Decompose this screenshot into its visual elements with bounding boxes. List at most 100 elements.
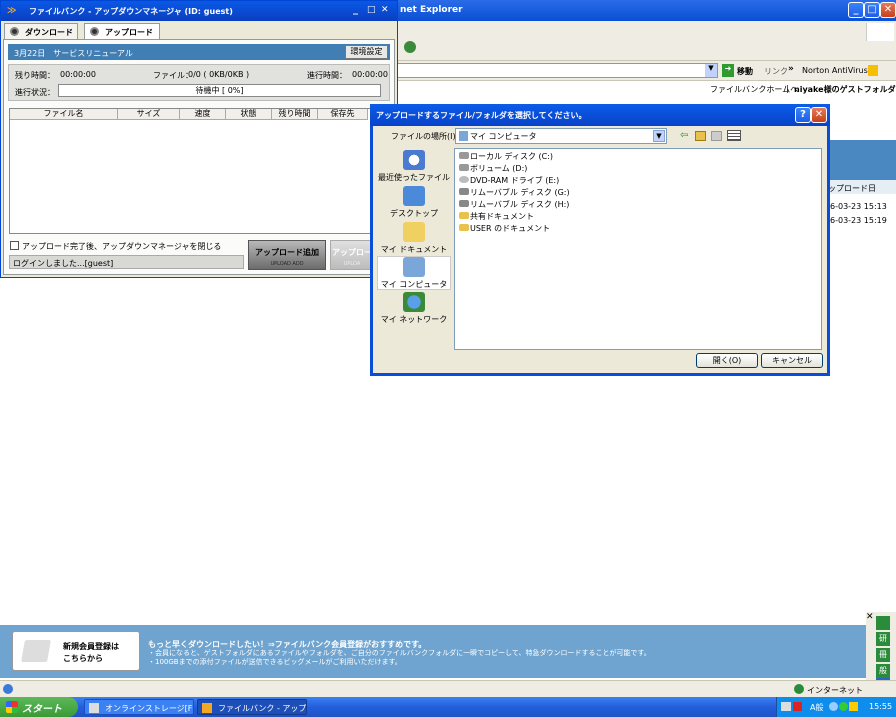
taskbar-item-filebank[interactable]: ファイルバンク - アップダ... [197, 699, 307, 715]
app-icon[interactable]: 冊 [876, 648, 890, 662]
upload-file-table[interactable]: ファイル名 サイズ 速度 状態 残り時間 保存先 [9, 108, 390, 234]
new-folder-icon[interactable] [711, 131, 722, 141]
site-header-band [828, 140, 896, 180]
progress-text: 待機中 [ 0%] [195, 86, 244, 95]
clock: 15:55 [869, 702, 893, 711]
tray-app-icon[interactable] [849, 702, 858, 711]
list-item[interactable]: ボリューム (D:) [459, 163, 527, 174]
close-icon[interactable]: ✕ [811, 107, 827, 123]
list-item-label: リムーバブル ディスク (G:) [470, 188, 570, 197]
help-icon[interactable]: ? [795, 107, 811, 123]
links-label[interactable]: リンク [764, 66, 788, 77]
minimize-icon[interactable]: _ [848, 2, 864, 18]
filebank-home-link[interactable]: ファイルバンクホームへ [710, 84, 798, 95]
security-icon[interactable] [793, 702, 802, 711]
upload-add-label: アップロード追加 [255, 248, 319, 257]
register-button[interactable]: 新規会員登録は こちらから [12, 631, 140, 671]
maximize-icon[interactable]: □ [864, 2, 880, 18]
list-item[interactable]: USER のドキュメント [459, 223, 550, 234]
column-speed[interactable]: 速度 [180, 109, 226, 120]
maximize-icon[interactable]: □ [367, 5, 376, 15]
file-count-label: ファイル： [153, 71, 193, 80]
upload-date-column-header: ップロード日 [826, 180, 896, 194]
column-size[interactable]: サイズ [118, 109, 180, 120]
chevron-down-icon[interactable]: ▼ [705, 64, 717, 77]
list-item[interactable]: DVD-RAM ドライブ (E:) [459, 175, 559, 186]
norton-antivirus-button[interactable]: Norton AntiVirus [802, 66, 868, 75]
tab-label: アップロード [105, 28, 153, 37]
place-my-computer[interactable]: マイ コンピュータ [377, 256, 451, 290]
ie-window-icon [89, 703, 99, 713]
removable-disk-icon [459, 188, 469, 195]
place-desktop[interactable]: デスクトップ [377, 186, 451, 220]
messenger-icon[interactable] [404, 41, 416, 53]
taskbar-item-storage[interactable]: オンラインストレージ[FIL... [84, 699, 194, 715]
view-menu-icon[interactable] [727, 130, 741, 141]
filebank-window-title: ファイルバンク - アップダウンマネージャ (ID: guest) [29, 7, 233, 16]
column-remaining[interactable]: 残り時間 [272, 109, 318, 120]
place-label: マイ ネットワーク [380, 315, 448, 324]
open-button[interactable]: 開く(O) [696, 353, 758, 368]
norton-icon[interactable] [868, 65, 878, 76]
tab-upload[interactable]: アップロード [84, 23, 160, 39]
taskbar-item-label: オンラインストレージ[FIL... [105, 704, 193, 713]
list-item[interactable]: ローカル ディスク (C:) [459, 151, 553, 162]
place-recent[interactable]: 最近使ったファイル [377, 150, 451, 184]
upload-icon [90, 27, 99, 36]
column-destination[interactable]: 保存先 [318, 109, 368, 120]
ie-window-title: net Explorer [400, 5, 463, 15]
place-label: デスクトップ [390, 209, 438, 218]
start-label: スタート [22, 704, 62, 715]
back-icon[interactable]: ⇦ [680, 130, 688, 141]
links-chevron[interactable]: » [788, 64, 794, 74]
upload-add-button[interactable]: アップロード追加 UPLOAD ADD [248, 240, 326, 270]
close-icon[interactable]: ✕ [866, 612, 874, 622]
elapsed-time-value: 00:00:00 [352, 70, 388, 79]
ime-indicator[interactable]: A般 [810, 702, 823, 713]
list-item-label: DVD-RAM ドライブ (E:) [470, 176, 560, 185]
list-item-label: ボリューム (D:) [470, 164, 528, 173]
login-status: ログインしました...[guest] [9, 255, 244, 269]
go-arrow-icon[interactable]: ➜ [722, 64, 734, 77]
list-item[interactable]: 共有ドキュメント [459, 211, 534, 222]
app-icon[interactable] [876, 616, 890, 630]
tray-app-icon[interactable] [839, 702, 848, 711]
list-item[interactable]: リムーバブル ディスク (H:) [459, 199, 569, 210]
service-notice[interactable]: 3月22日 サービスリニューアル [8, 44, 390, 60]
look-in-label: ファイルの場所(I): [391, 132, 459, 141]
start-button[interactable]: スタート [0, 697, 78, 717]
cancel-button[interactable]: キャンセル [761, 353, 823, 368]
progress-label: 進行状況： [15, 88, 55, 97]
column-filename[interactable]: ファイル名 [10, 109, 118, 120]
column-status[interactable]: 状態 [226, 109, 272, 120]
look-in-select[interactable]: マイ コンピュータ ▼ [455, 128, 667, 144]
place-my-documents[interactable]: マイ ドキュメント [377, 222, 451, 256]
my-network-icon [403, 292, 425, 312]
look-in-value: マイ コンピュータ [470, 132, 537, 141]
file-list[interactable]: ローカル ディスク (C:) ボリューム (D:) DVD-RAM ドライブ (… [454, 148, 822, 350]
ie-status-bar: インターネット [0, 680, 896, 697]
app-icon[interactable]: 般 [876, 664, 890, 678]
list-item[interactable]: リムーバブル ディスク (G:) [459, 187, 570, 198]
folder-icon [459, 212, 469, 219]
recent-files-icon [403, 150, 425, 170]
place-my-network[interactable]: マイ ネットワーク [377, 292, 451, 326]
tab-download[interactable]: ダウンロード [4, 23, 78, 39]
minimize-icon[interactable]: _ [353, 4, 358, 15]
settings-button[interactable]: 環境設定 [345, 45, 388, 59]
my-computer-icon [403, 257, 425, 277]
close-icon[interactable]: ✕ [381, 5, 389, 15]
close-icon[interactable]: ✕ [880, 2, 896, 18]
network-icon[interactable] [829, 702, 838, 711]
keyboard-icon[interactable] [781, 702, 791, 711]
go-button[interactable]: 移動 [737, 66, 753, 77]
list-item-label: ローカル ディスク (C:) [470, 152, 554, 161]
up-folder-icon[interactable] [695, 131, 706, 141]
close-after-upload-checkbox[interactable] [10, 241, 19, 250]
filebank-title-bar: ≫ ファイルバンク - アップダウンマネージャ (ID: guest) _ □ … [1, 1, 397, 21]
app-icon[interactable]: 研 [876, 632, 890, 646]
chevron-down-icon[interactable]: ▼ [653, 130, 665, 142]
upload-add-sublabel: UPLOAD ADD [270, 261, 304, 267]
upload-start-button[interactable]: アップロー UPLOA [330, 240, 374, 270]
filebank-icon [202, 703, 212, 713]
